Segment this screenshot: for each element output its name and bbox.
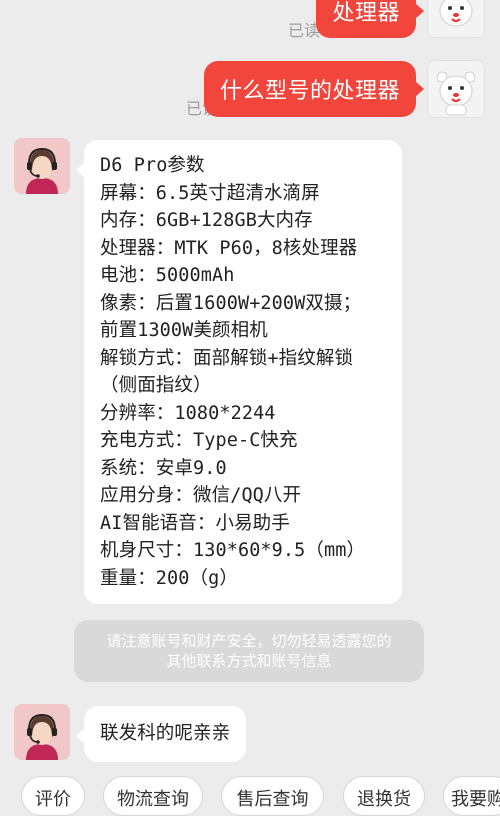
- spec-line: 解锁方式：面部解锁+指纹解锁: [100, 347, 354, 369]
- user-avatar[interactable]: [427, 60, 485, 118]
- spec-line: D6 Pro参数: [100, 155, 205, 176]
- security-notice-line-1: 请注意账号和财产安全，切勿轻易透露您的: [106, 632, 392, 650]
- incoming-message-2[interactable]: 联发科的呢亲亲: [75, 706, 247, 762]
- spec-line: 像素：后置1600W+200W双摄；: [100, 292, 362, 314]
- spec-line: 机身尺寸：130*60*9.5（mm）: [100, 540, 366, 561]
- dog-mascot-avatar-icon: [439, 0, 473, 27]
- spec-line: 充电方式：Type-C快充: [100, 430, 298, 451]
- read-status-1: 已读: [288, 21, 321, 40]
- outgoing-message-1[interactable]: 处理器: [316, 0, 416, 38]
- spec-line: 重量：200（g）: [100, 567, 238, 589]
- outgoing-message-2[interactable]: 什么型号的处理器: [203, 61, 416, 117]
- dog-mascot-avatar-icon: [437, 71, 475, 116]
- spec-line: 电池：5000mAh: [100, 265, 235, 286]
- security-notice-line-2: 其他联系方式和账号信息: [166, 652, 332, 670]
- spec-line: 分辨率：1080*2244: [100, 402, 276, 424]
- spec-line: 应用分身：微信/QQ八开: [100, 485, 302, 506]
- spec-line: AI智能语音：小易助手: [100, 512, 290, 534]
- incoming-spec-message[interactable]: D6 Pro参数 屏幕：6.5英寸超清水滴屏 内存：6GB+128GB大内存 处…: [76, 140, 402, 604]
- quick-action-logistics[interactable]: 物流查询: [103, 776, 203, 816]
- outgoing-message-2-text: 什么型号的处理器: [219, 79, 400, 104]
- security-notice: 请注意账号和财产安全，切勿轻易透露您的 其他联系方式和账号信息: [74, 620, 424, 682]
- incoming-message-2-text: 联发科的呢亲亲: [100, 723, 231, 744]
- headset-agent-avatar-icon: [14, 138, 70, 194]
- quick-actions-bar: 评价 物流查询 售后查询 退换货 我要购: [0, 776, 500, 816]
- quick-action-returns[interactable]: 退换货: [343, 776, 425, 816]
- headset-agent-avatar-icon: [14, 704, 70, 760]
- agent-avatar-1[interactable]: [14, 138, 70, 194]
- spec-line: 内存：6GB+128GB大内存: [100, 210, 313, 231]
- quick-action-buy[interactable]: 我要购: [443, 776, 500, 816]
- quick-action-after-sales[interactable]: 售后查询: [221, 776, 324, 816]
- spec-line: 屏幕：6.5英寸超清水滴屏: [100, 182, 320, 204]
- spec-line: 前置1300W美颜相机: [100, 320, 268, 341]
- user-avatar-top[interactable]: [427, 0, 485, 38]
- agent-avatar-2[interactable]: [14, 704, 70, 760]
- spec-line: （侧面指纹）: [100, 375, 212, 396]
- spec-line: 处理器：MTK P60，8核处理器: [100, 237, 358, 259]
- quick-action-review[interactable]: 评价: [21, 776, 85, 816]
- spec-line: 系统：安卓9.0: [100, 457, 227, 479]
- outgoing-message-1-text: 处理器: [332, 1, 400, 26]
